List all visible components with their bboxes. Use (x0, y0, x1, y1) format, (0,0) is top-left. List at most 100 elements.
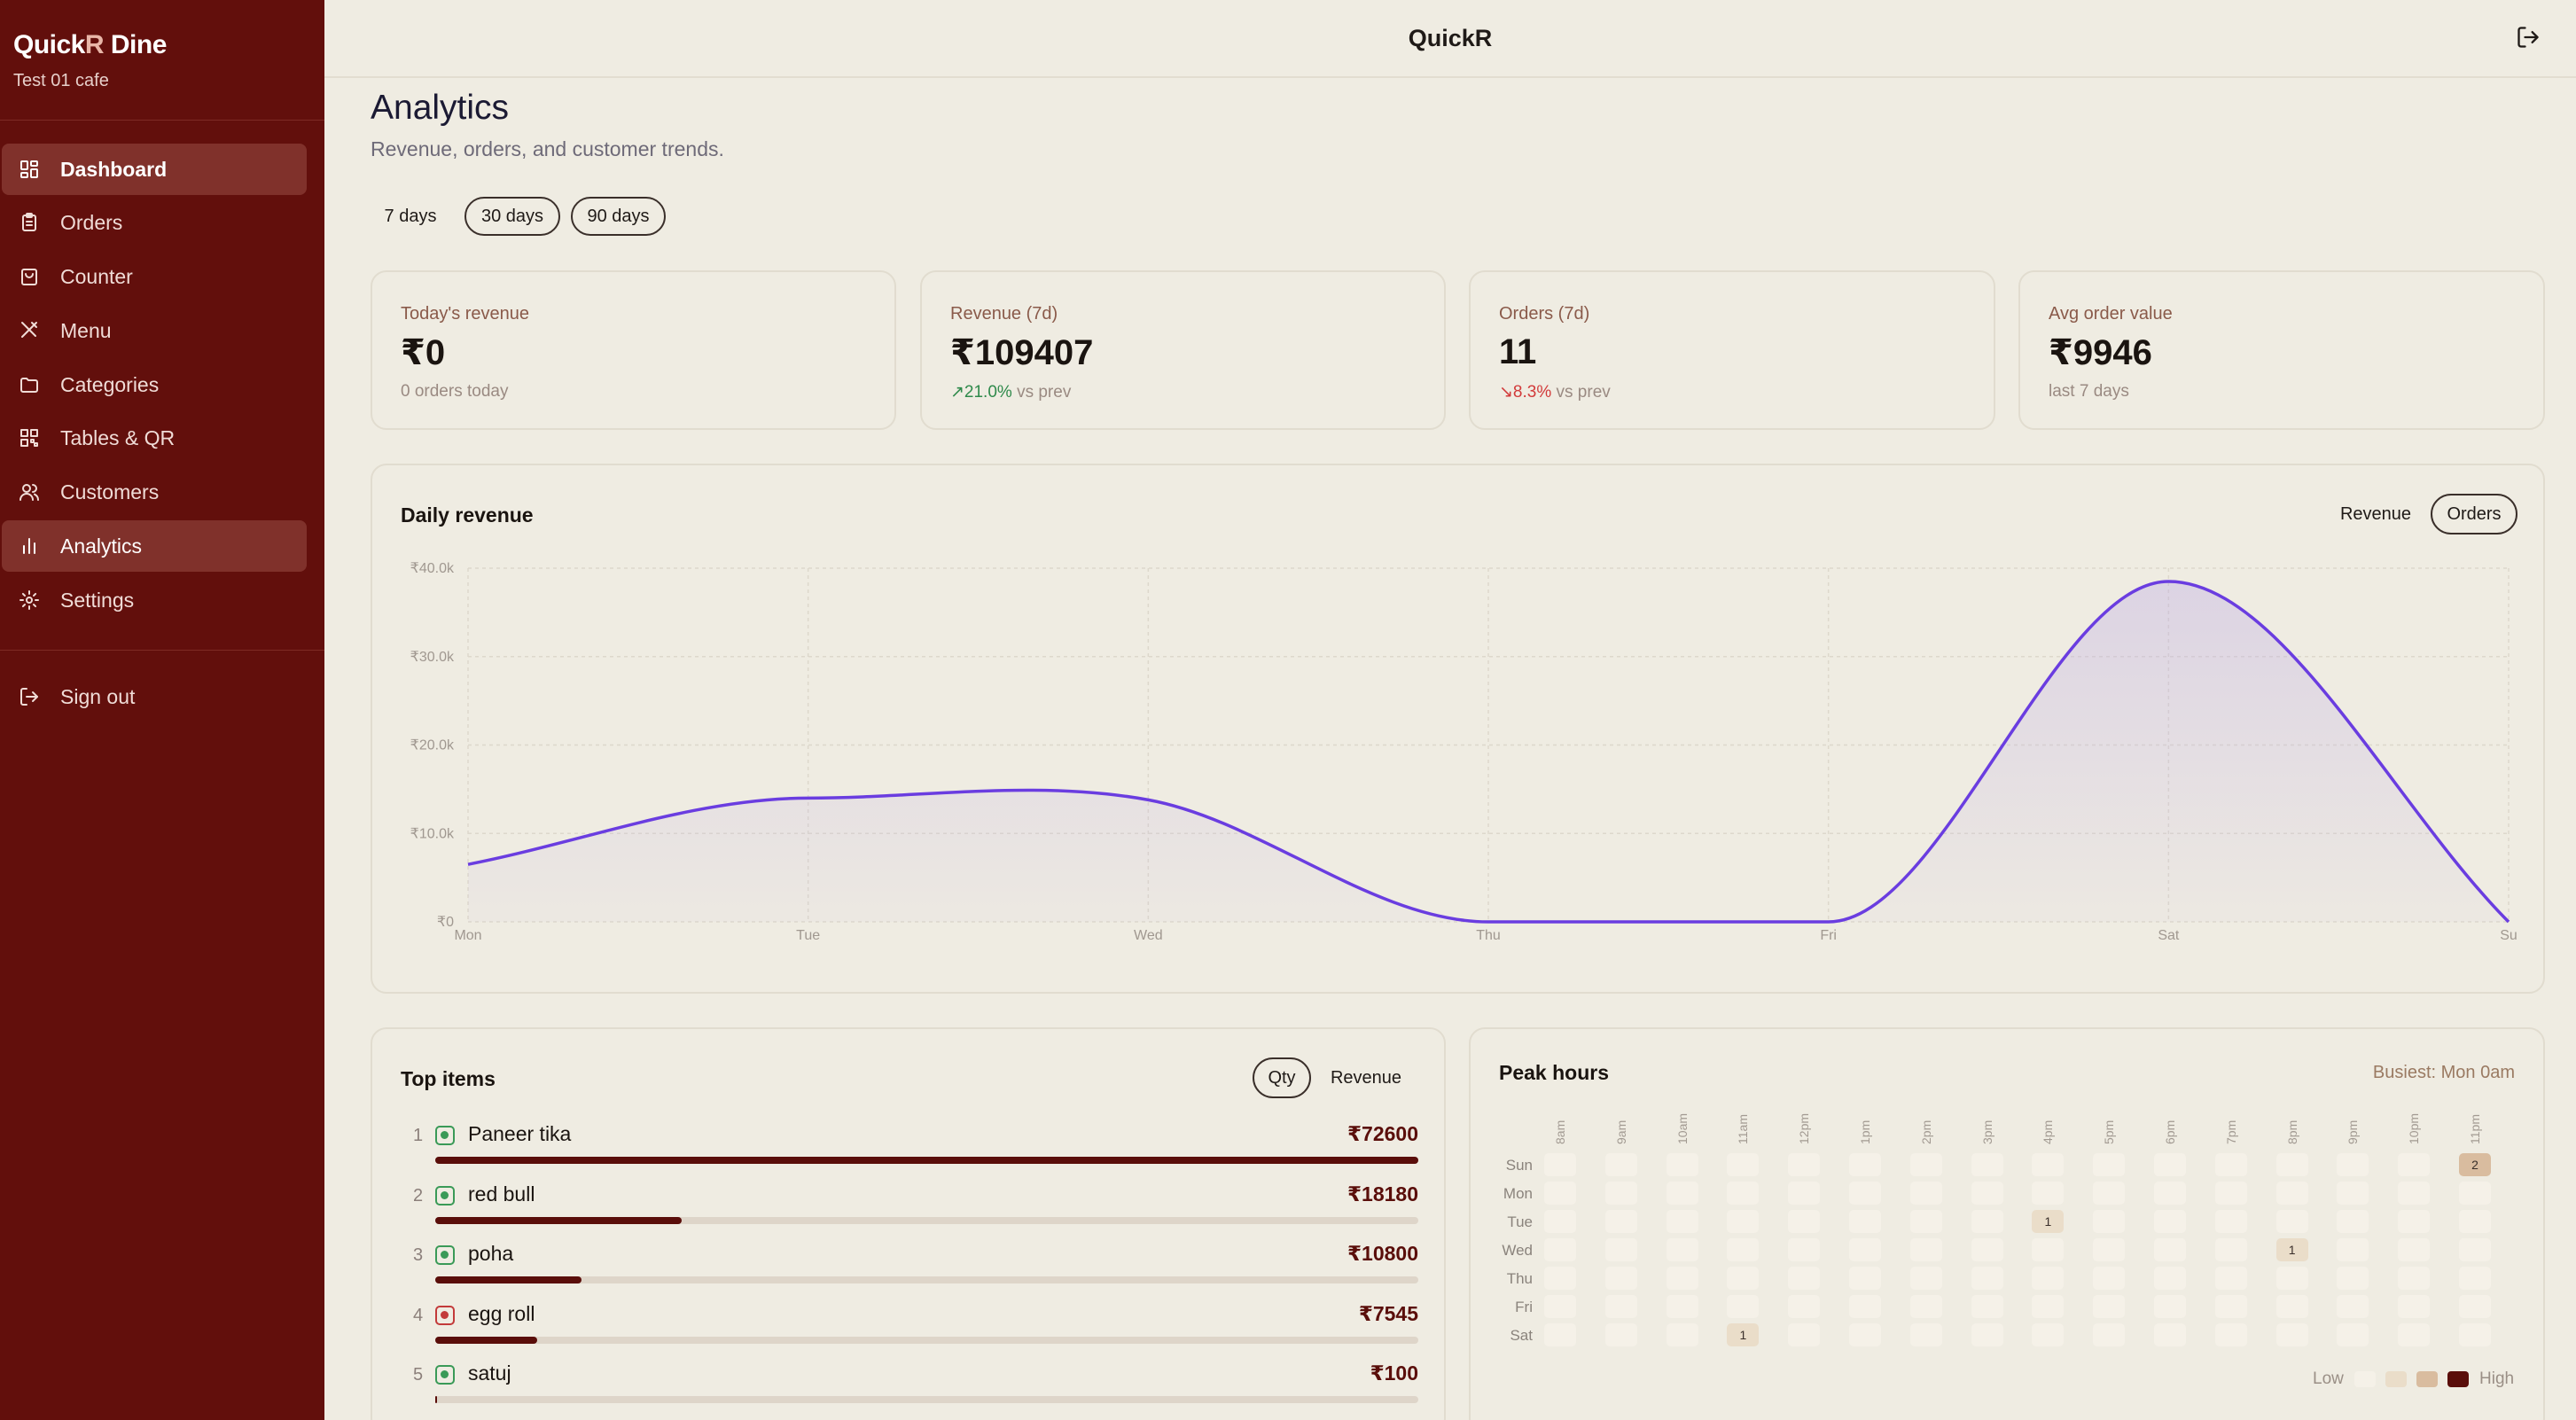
heatmap-cell[interactable] (2275, 1210, 2308, 1233)
heatmap-cell[interactable] (1909, 1267, 1942, 1290)
sidebar-item-dashboard[interactable]: Dashboard (2, 144, 307, 195)
heatmap-cell[interactable] (1909, 1210, 1942, 1233)
heatmap-cell[interactable] (2214, 1210, 2247, 1233)
heatmap-cell[interactable] (2337, 1182, 2369, 1205)
heatmap-cell[interactable] (1727, 1210, 1760, 1233)
heatmap-cell[interactable]: 1 (1727, 1323, 1760, 1346)
heatmap-cell[interactable] (2398, 1210, 2431, 1233)
heatmap-cell[interactable] (2398, 1267, 2431, 1290)
sidebar-item-menu[interactable]: Menu (2, 305, 307, 356)
heatmap-cell[interactable] (2032, 1153, 2065, 1176)
heatmap-cell[interactable] (1544, 1267, 1576, 1290)
heatmap-cell[interactable] (2398, 1182, 2431, 1205)
heatmap-cell[interactable] (1604, 1295, 1637, 1318)
brand-logo[interactable]: QuickR Dine (13, 30, 167, 60)
heatmap-cell[interactable] (2032, 1238, 2065, 1261)
heatmap-cell[interactable] (1788, 1238, 1821, 1261)
range-30-days-button[interactable]: 30 days (464, 197, 560, 236)
heatmap-cell[interactable] (2398, 1323, 2431, 1346)
heatmap-cell[interactable] (1849, 1295, 1881, 1318)
heatmap-cell[interactable] (1971, 1182, 2003, 1205)
heatmap-cell[interactable] (2093, 1267, 2126, 1290)
heatmap-cell[interactable] (2459, 1210, 2491, 1233)
heatmap-cell[interactable] (1788, 1295, 1821, 1318)
sidebar-item-sign-out[interactable]: Sign out (2, 671, 307, 722)
heatmap-cell[interactable] (2093, 1238, 2126, 1261)
heatmap-cell[interactable] (2093, 1295, 2126, 1318)
heatmap-cell[interactable] (2093, 1182, 2126, 1205)
heatmap-cell[interactable] (2459, 1295, 2491, 1318)
heatmap-cell[interactable] (1544, 1238, 1576, 1261)
sidebar-item-analytics[interactable]: Analytics (2, 520, 307, 572)
heatmap-cell[interactable] (2275, 1182, 2308, 1205)
heatmap-cell[interactable] (1909, 1153, 1942, 1176)
heatmap-cell[interactable] (1666, 1153, 1698, 1176)
heatmap-cell[interactable] (2398, 1238, 2431, 1261)
heatmap-cell[interactable] (2459, 1267, 2491, 1290)
heatmap-cell[interactable] (1788, 1153, 1821, 1176)
heatmap-cell[interactable] (1604, 1182, 1637, 1205)
heatmap-cell[interactable] (1971, 1238, 2003, 1261)
heatmap-cell[interactable] (1604, 1210, 1637, 1233)
sidebar-item-tables-qr[interactable]: Tables & QR (2, 412, 307, 464)
heatmap-cell[interactable] (1666, 1182, 1698, 1205)
heatmap-cell[interactable] (2154, 1295, 2186, 1318)
heatmap-cell[interactable] (1849, 1210, 1881, 1233)
heatmap-cell[interactable] (1544, 1182, 1576, 1205)
heatmap-cell[interactable] (2032, 1267, 2065, 1290)
heatmap-cell[interactable] (1666, 1323, 1698, 1346)
heatmap-cell[interactable] (1849, 1267, 1881, 1290)
heatmap-cell[interactable] (1544, 1210, 1576, 1233)
heatmap-cell[interactable] (1544, 1295, 1576, 1318)
heatmap-cell[interactable] (1604, 1323, 1637, 1346)
heatmap-cell[interactable] (2337, 1238, 2369, 1261)
heatmap-cell[interactable] (2398, 1153, 2431, 1176)
heatmap-cell[interactable] (1727, 1267, 1760, 1290)
heatmap-cell[interactable] (1909, 1238, 1942, 1261)
heatmap-cell[interactable] (2275, 1323, 2308, 1346)
heatmap-cell[interactable] (1666, 1267, 1698, 1290)
heatmap-cell[interactable] (2032, 1182, 2065, 1205)
heatmap-cell[interactable] (2459, 1238, 2491, 1261)
heatmap-cell[interactable] (1788, 1323, 1821, 1346)
heatmap-cell[interactable] (1849, 1153, 1881, 1176)
heatmap-cell[interactable]: 2 (2459, 1153, 2491, 1176)
heatmap-cell[interactable] (2093, 1153, 2126, 1176)
heatmap-cell[interactable] (1788, 1267, 1821, 1290)
heatmap-cell[interactable] (2093, 1323, 2126, 1346)
sidebar-item-categories[interactable]: Categories (2, 359, 307, 410)
heatmap-cell[interactable] (2214, 1267, 2247, 1290)
heatmap-cell[interactable] (2154, 1323, 2186, 1346)
heatmap-cell[interactable] (2154, 1238, 2186, 1261)
heatmap-cell[interactable] (2459, 1323, 2491, 1346)
heatmap-cell[interactable] (1666, 1238, 1698, 1261)
heatmap-cell[interactable] (1666, 1295, 1698, 1318)
heatmap-cell[interactable] (2459, 1182, 2491, 1205)
heatmap-cell[interactable] (2154, 1182, 2186, 1205)
heatmap-cell[interactable] (2154, 1267, 2186, 1290)
heatmap-cell[interactable] (1971, 1267, 2003, 1290)
heatmap-cell[interactable] (2214, 1295, 2247, 1318)
heatmap-cell[interactable] (2214, 1153, 2247, 1176)
top-items-qty-toggle[interactable]: Qty (1253, 1057, 1311, 1098)
heatmap-cell[interactable] (1666, 1210, 1698, 1233)
heatmap-cell[interactable] (2214, 1238, 2247, 1261)
heatmap-cell[interactable] (2398, 1295, 2431, 1318)
heatmap-cell[interactable] (1727, 1238, 1760, 1261)
heatmap-cell[interactable] (1544, 1153, 1576, 1176)
heatmap-cell[interactable] (1909, 1182, 1942, 1205)
heatmap-cell[interactable] (2275, 1295, 2308, 1318)
heatmap-cell[interactable] (2093, 1210, 2126, 1233)
heatmap-cell[interactable] (1604, 1153, 1637, 1176)
heatmap-cell[interactable]: 1 (2275, 1238, 2308, 1261)
heatmap-cell[interactable] (2337, 1267, 2369, 1290)
sidebar-item-customers[interactable]: Customers (2, 466, 307, 518)
heatmap-cell[interactable] (1849, 1323, 1881, 1346)
sidebar-item-counter[interactable]: Counter (2, 251, 307, 302)
heatmap-cell[interactable] (2032, 1295, 2065, 1318)
heatmap-cell[interactable] (2337, 1210, 2369, 1233)
heatmap-cell[interactable] (1849, 1238, 1881, 1261)
heatmap-cell[interactable] (1849, 1182, 1881, 1205)
heatmap-cell[interactable] (2154, 1210, 2186, 1233)
top-items-revenue-toggle[interactable]: Revenue (1322, 1057, 1410, 1098)
